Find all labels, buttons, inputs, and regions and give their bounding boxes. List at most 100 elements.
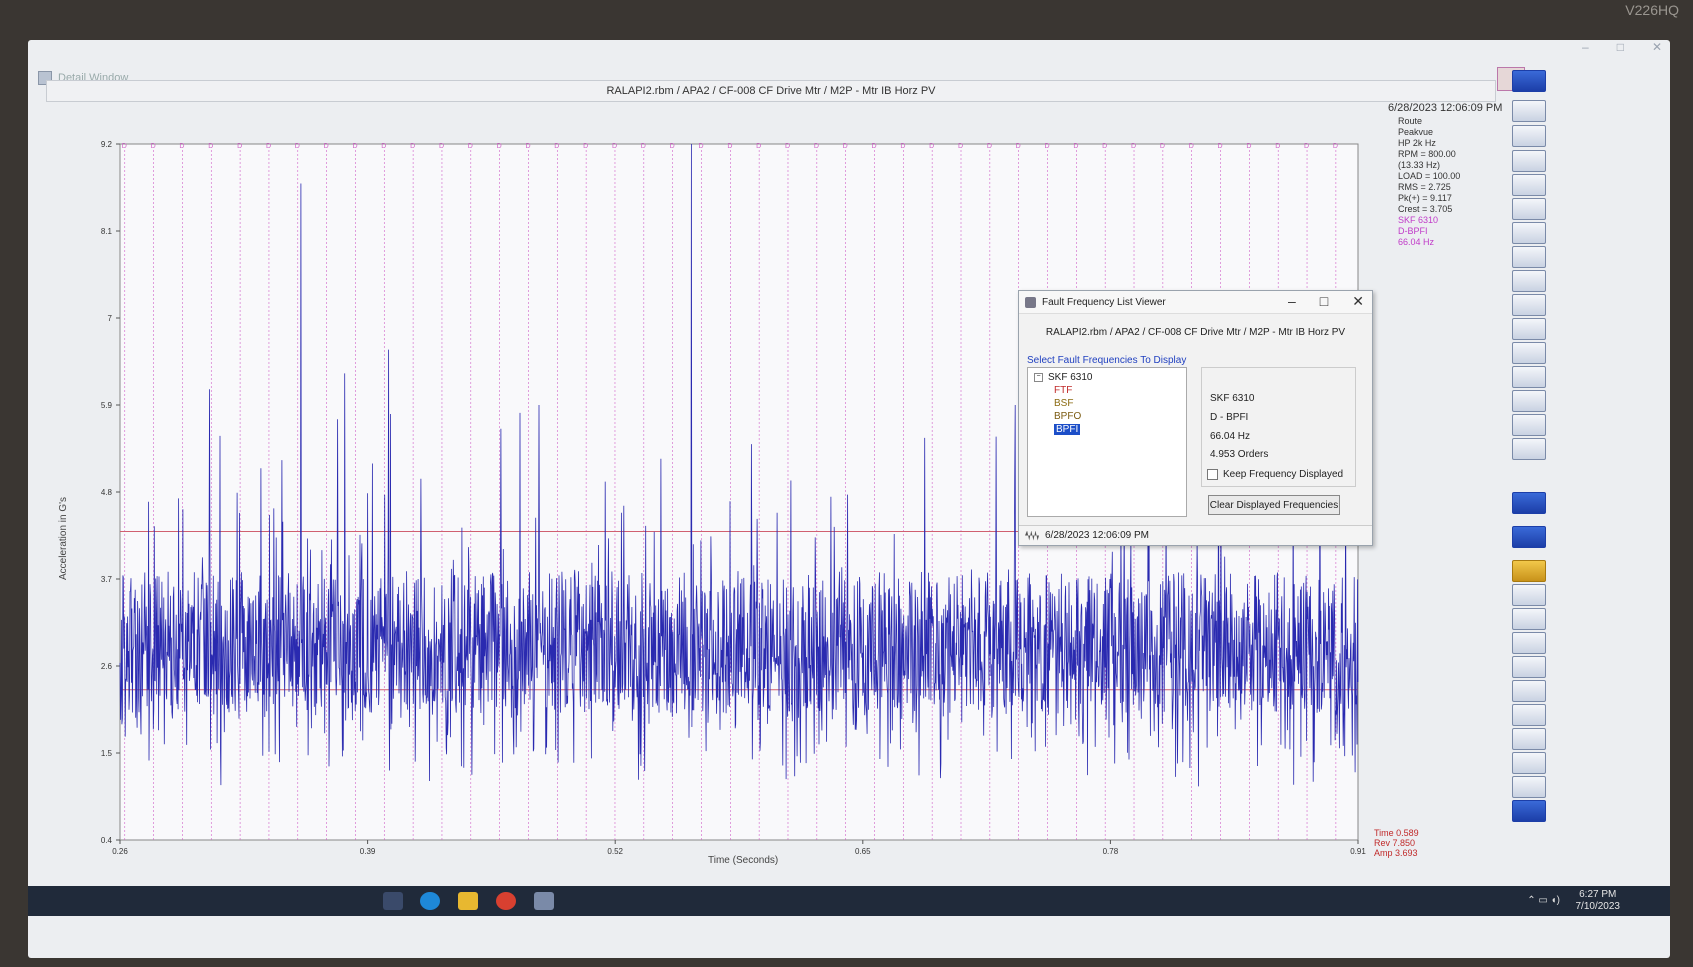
toolbar-button-16[interactable] bbox=[1512, 438, 1546, 460]
tree-root[interactable]: − SKF 6310 bbox=[1034, 372, 1092, 383]
clear-frequencies-button[interactable]: Clear Displayed Frequencies bbox=[1208, 495, 1340, 515]
fault-frequency-tree: − SKF 6310 FTF BSF BPFO BPFI bbox=[1027, 367, 1187, 517]
fault-marker-label: D bbox=[1218, 143, 1223, 150]
toolbar-button-12[interactable] bbox=[1512, 342, 1546, 364]
fault-marker-label: D bbox=[871, 143, 876, 150]
dialog-minimize-icon[interactable]: – bbox=[1288, 293, 1296, 310]
maximize-icon[interactable]: □ bbox=[1617, 40, 1624, 54]
checkbox-box[interactable] bbox=[1207, 469, 1218, 480]
toolbar-button-3[interactable] bbox=[1512, 125, 1546, 147]
waveform-icon bbox=[1025, 530, 1039, 541]
taskbar: ⌃ ▭ ◖) 6:27 PM 7/10/2023 bbox=[28, 886, 1670, 916]
fault-marker-label: D bbox=[410, 143, 415, 150]
fault-marker-label: D bbox=[497, 143, 502, 150]
readout-line: Time 0.589 bbox=[1374, 828, 1419, 838]
toolbar-button-19[interactable] bbox=[1512, 560, 1546, 582]
toolbar-button-9[interactable] bbox=[1512, 270, 1546, 292]
toolbar-button-10[interactable] bbox=[1512, 294, 1546, 316]
fault-marker-label: D bbox=[727, 143, 732, 150]
select-fault-label: Select Fault Frequencies To Display bbox=[1027, 355, 1187, 366]
toolbar-button-25[interactable] bbox=[1512, 704, 1546, 726]
fault-marker-label: D bbox=[1304, 143, 1309, 150]
toolbar-button-1[interactable] bbox=[1512, 70, 1546, 92]
x-tick-label: 0.91 bbox=[1350, 847, 1366, 856]
fault-marker-label: D bbox=[266, 143, 271, 150]
window-controls: – □ ✕ bbox=[1582, 40, 1662, 54]
x-axis-label: Time (Seconds) bbox=[708, 855, 779, 866]
toolbar-button-28[interactable] bbox=[1512, 776, 1546, 798]
x-tick-label: 0.26 bbox=[112, 847, 128, 856]
x-tick-label: 0.39 bbox=[360, 847, 376, 856]
fault-marker-label: D bbox=[641, 143, 646, 150]
toolbar-button-18[interactable] bbox=[1512, 526, 1546, 548]
toolbar-button-4[interactable] bbox=[1512, 150, 1546, 172]
detail-bearing: SKF 6310 bbox=[1210, 393, 1255, 404]
y-tick-label: 4.8 bbox=[101, 488, 113, 497]
fault-marker-label: D bbox=[698, 143, 703, 150]
file-explorer-icon[interactable] bbox=[458, 892, 478, 910]
toolbar-button-8[interactable] bbox=[1512, 246, 1546, 268]
toolbar-button-5[interactable] bbox=[1512, 174, 1546, 196]
toolbar-button-17[interactable] bbox=[1512, 492, 1546, 514]
fault-marker-label: D bbox=[1016, 143, 1021, 150]
fault-marker-label: D bbox=[1275, 143, 1280, 150]
dialog-close-icon[interactable]: ✕ bbox=[1352, 293, 1364, 310]
tree-item-label: FTF bbox=[1054, 385, 1073, 396]
dialog-measurement-path: RALAPI2.rbm / APA2 / CF-008 CF Drive Mtr… bbox=[1045, 327, 1346, 338]
tree-item-label-selected: BPFI bbox=[1054, 424, 1081, 435]
fault-marker-label: D bbox=[525, 143, 530, 150]
fault-marker-label: D bbox=[583, 143, 588, 150]
system-tray-icons[interactable]: ⌃ ▭ ◖) bbox=[1527, 895, 1560, 906]
toolbar-button-13[interactable] bbox=[1512, 366, 1546, 388]
fault-marker-label: D bbox=[1045, 143, 1050, 150]
readout-line: Rev 7.850 bbox=[1374, 838, 1416, 848]
tree-item-bpfo[interactable]: BPFO bbox=[1054, 411, 1081, 422]
close-icon[interactable]: ✕ bbox=[1652, 40, 1662, 54]
tree-item-bsf[interactable]: BSF bbox=[1054, 398, 1073, 409]
chrome-browser-icon[interactable] bbox=[496, 892, 516, 910]
toolbar-button-26[interactable] bbox=[1512, 728, 1546, 750]
tree-item-bpfi[interactable]: BPFI bbox=[1054, 424, 1081, 435]
toolbar-button-22[interactable] bbox=[1512, 632, 1546, 654]
collapse-icon[interactable]: − bbox=[1034, 373, 1043, 382]
monitor-model-label: V226HQ bbox=[1625, 2, 1679, 18]
toolbar-button-20[interactable] bbox=[1512, 584, 1546, 606]
toolbar-button-29[interactable] bbox=[1512, 800, 1546, 822]
dialog-status-datetime: 6/28/2023 12:06:09 PM bbox=[1045, 530, 1149, 541]
toolbar-button-27[interactable] bbox=[1512, 752, 1546, 774]
dialog-maximize-icon[interactable]: □ bbox=[1320, 293, 1328, 310]
edge-browser-icon[interactable] bbox=[420, 892, 440, 910]
tree-item-ftf[interactable]: FTF bbox=[1054, 385, 1072, 396]
toolbar-button-6[interactable] bbox=[1512, 198, 1546, 220]
toolbar-button-7[interactable] bbox=[1512, 222, 1546, 244]
dialog-status-bar: 6/28/2023 12:06:09 PM bbox=[1019, 525, 1372, 545]
fault-marker-label: D bbox=[1160, 143, 1165, 150]
keep-frequency-checkbox[interactable]: Keep Frequency Displayed bbox=[1207, 469, 1343, 480]
fault-marker-label: D bbox=[208, 143, 213, 150]
fault-marker-label: D bbox=[785, 143, 790, 150]
tree-item-label: BSF bbox=[1054, 398, 1074, 409]
toolbar-button-15[interactable] bbox=[1512, 414, 1546, 436]
tree-root-label: SKF 6310 bbox=[1048, 372, 1093, 383]
analysis-app-icon[interactable] bbox=[534, 892, 554, 910]
dialog-app-icon bbox=[1025, 296, 1036, 308]
toolbar-button-24[interactable] bbox=[1512, 680, 1546, 702]
minimize-icon[interactable]: – bbox=[1582, 40, 1589, 54]
toolbar-button-11[interactable] bbox=[1512, 318, 1546, 340]
fault-marker-label: D bbox=[468, 143, 473, 150]
taskbar-clock[interactable]: 6:27 PM 7/10/2023 bbox=[1576, 889, 1621, 913]
toolbar-button-14[interactable] bbox=[1512, 390, 1546, 412]
toolbar-button-23[interactable] bbox=[1512, 656, 1546, 678]
fault-marker-label: D bbox=[381, 143, 386, 150]
fault-marker-label: D bbox=[1131, 143, 1136, 150]
y-tick-label: 7 bbox=[108, 314, 113, 323]
fault-frequency-dialog: Fault Frequency List Viewer – □ ✕ RALAPI… bbox=[1018, 290, 1373, 546]
fault-marker-label: D bbox=[987, 143, 992, 150]
x-tick-label: 0.78 bbox=[1103, 847, 1119, 856]
readout-line: Amp 3.693 bbox=[1374, 848, 1418, 858]
fault-marker-label: D bbox=[122, 143, 127, 150]
toolbar-button-21[interactable] bbox=[1512, 608, 1546, 630]
detail-frequency: 66.04 Hz bbox=[1210, 431, 1251, 442]
taskbar-app-icon[interactable] bbox=[383, 892, 403, 910]
toolbar-button-2[interactable] bbox=[1512, 100, 1546, 122]
